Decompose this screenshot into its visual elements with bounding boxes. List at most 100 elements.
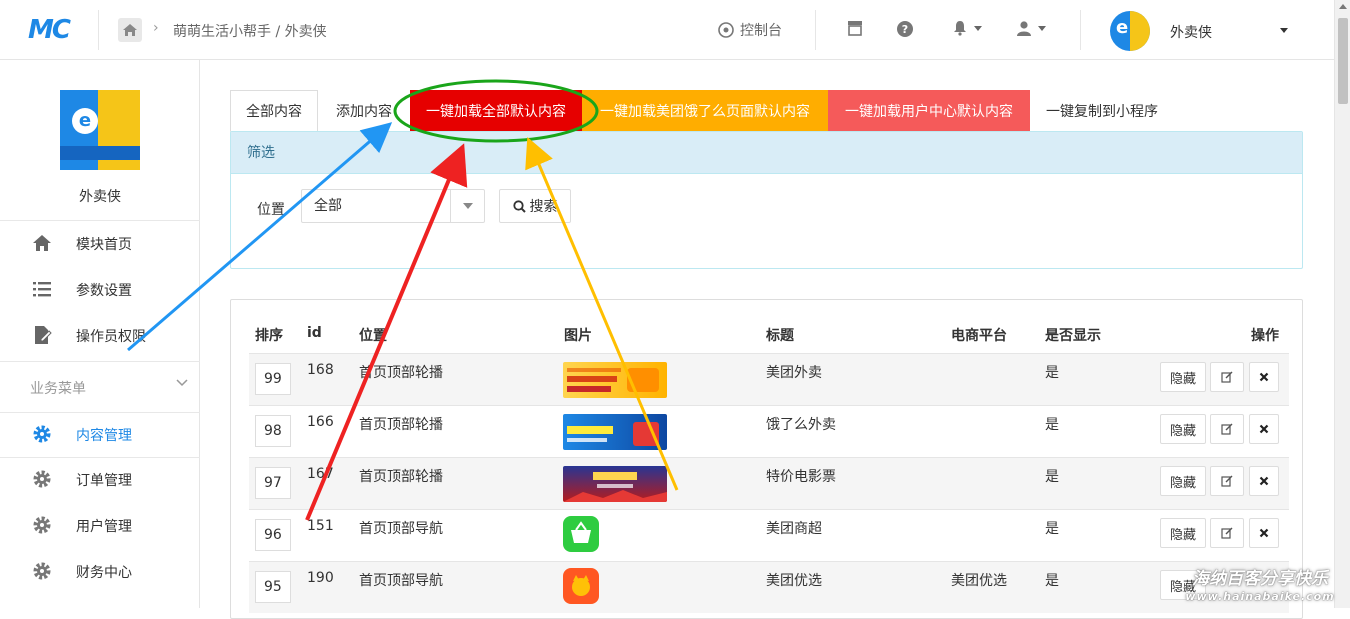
col-header-id[interactable]: id — [307, 325, 322, 341]
sidebar-divider — [0, 220, 200, 221]
load-all-defaults-button[interactable]: 一键加载全部默认内容 — [410, 90, 582, 132]
notifications-menu[interactable] — [952, 20, 982, 36]
gear-icon — [33, 470, 51, 488]
sort-input[interactable]: 95 — [255, 571, 291, 603]
load-user-center-defaults-button[interactable]: 一键加载用户中心默认内容 — [828, 90, 1030, 132]
close-icon — [1259, 372, 1269, 382]
header-divider — [1080, 10, 1081, 50]
row-title: 饿了么外卖 — [766, 417, 836, 433]
sidebar-divider — [0, 361, 200, 362]
hide-button[interactable]: 隐藏 — [1160, 362, 1206, 392]
table-row: 97 167 首页顶部轮播 特价电影票 是 隐藏 — [249, 457, 1289, 509]
sort-input[interactable]: 98 — [255, 415, 291, 447]
col-header-position: 位置 — [359, 328, 387, 344]
tab-add-content[interactable]: 添加内容 — [322, 90, 406, 132]
app-logo[interactable]: MC — [28, 14, 78, 46]
row-title: 美团优选 — [766, 573, 822, 589]
edit-button[interactable] — [1210, 466, 1244, 496]
console-link[interactable]: 控制台 — [718, 20, 782, 40]
avatar[interactable]: e — [1110, 11, 1150, 51]
col-header-sort[interactable]: 排序 — [255, 325, 283, 345]
position-label: 位置 — [257, 202, 285, 218]
position-select[interactable]: 全部 — [301, 189, 485, 223]
hide-button[interactable]: 隐藏 — [1160, 414, 1206, 444]
row-title: 美团商超 — [766, 521, 822, 537]
sidebar-divider — [0, 457, 200, 458]
delete-button[interactable] — [1249, 414, 1279, 444]
sort-input[interactable]: 97 — [255, 467, 291, 499]
table-row: 96 151 首页顶部导航 美团商超 是 隐藏 — [249, 509, 1289, 561]
sidebar-item-permissions[interactable]: 操作员权限 — [0, 315, 200, 355]
chevron-down-icon — [450, 190, 484, 222]
hide-button[interactable]: 隐藏 — [1160, 518, 1206, 548]
row-position: 首页顶部轮播 — [359, 365, 443, 381]
home-icon[interactable] — [118, 18, 142, 42]
user-menu[interactable] — [1016, 20, 1046, 36]
list-icon — [33, 282, 51, 297]
sidebar-item-settings[interactable]: 参数设置 — [0, 269, 200, 309]
copy-to-miniprogram-button[interactable]: 一键复制到小程序 — [1030, 90, 1174, 132]
watermark: 海纳百客分享快乐 www.hainabaike.com — [1185, 569, 1335, 603]
close-icon — [1259, 528, 1269, 538]
table-row: 95 190 首页顶部导航 美团优选 美团优选 是 隐藏 — [249, 561, 1289, 613]
delete-button[interactable] — [1249, 362, 1279, 392]
breadcrumb: 萌萌生活小帮手 / 外卖侠 — [173, 24, 327, 40]
page-scrollbar[interactable] — [1334, 0, 1350, 608]
hide-button[interactable]: 隐藏 — [1160, 466, 1206, 496]
content-table: 排序 id 位置 图片 标题 电商平台 是否显示 操作 99 168 首页顶部轮… — [230, 299, 1303, 619]
edit-button[interactable] — [1210, 518, 1244, 548]
breadcrumb-chevron-icon: › — [153, 20, 159, 36]
sidebar-item-orders[interactable]: 订单管理 — [0, 459, 200, 499]
row-image — [563, 466, 667, 502]
row-id: 151 — [307, 518, 334, 534]
close-icon — [1259, 424, 1269, 434]
scrollbar-thumb[interactable] — [1338, 18, 1348, 104]
row-id: 168 — [307, 362, 334, 378]
chevron-down-icon[interactable] — [176, 378, 188, 388]
row-title: 美团外卖 — [766, 365, 822, 381]
gear-icon — [33, 562, 51, 580]
store-icon[interactable] — [846, 20, 864, 36]
close-icon — [1259, 476, 1269, 486]
dashboard-icon — [718, 22, 734, 38]
filter-title: 筛选 — [231, 132, 1302, 174]
table-row: 98 166 首页顶部轮播 饿了么外卖 是 隐藏 — [249, 405, 1289, 457]
sidebar-item-home[interactable]: 模块首页 — [0, 223, 200, 263]
edit-icon — [1221, 371, 1233, 383]
help-icon[interactable]: ? — [896, 20, 914, 38]
row-visible: 是 — [1045, 521, 1059, 537]
user-name[interactable]: 外卖侠 — [1170, 22, 1212, 42]
sidebar-item-finance[interactable]: 财务中心 — [0, 551, 200, 591]
tab-all-content[interactable]: 全部内容 — [230, 90, 318, 132]
header-divider — [98, 10, 99, 50]
delete-button[interactable] — [1249, 518, 1279, 548]
bell-icon — [954, 21, 966, 36]
delete-button[interactable] — [1249, 466, 1279, 496]
sort-input[interactable]: 99 — [255, 363, 291, 395]
scroll-up-icon[interactable] — [1339, 4, 1347, 9]
load-meituan-eleme-defaults-button[interactable]: 一键加载美团饿了么页面默认内容 — [582, 90, 828, 132]
home-icon — [33, 235, 51, 251]
edit-button[interactable] — [1210, 362, 1244, 392]
user-icon — [1017, 21, 1031, 36]
row-visible: 是 — [1045, 417, 1059, 433]
top-header: MC › 萌萌生活小帮手 / 外卖侠 控制台 ? e 外卖侠 — [0, 0, 1334, 60]
sidebar-item-content[interactable]: 内容管理 — [0, 414, 200, 454]
sort-input[interactable]: 96 — [255, 519, 291, 551]
col-header-visible: 是否显示 — [1045, 328, 1101, 344]
sidebar: e 外卖侠 模块首页 参数设置 操作员权限 业务菜单 内容管理 订单管理 用户管… — [0, 60, 200, 608]
edit-icon — [1221, 527, 1233, 539]
sidebar-group-title[interactable]: 业务菜单 — [30, 378, 86, 398]
col-header-image: 图片 — [564, 328, 592, 344]
row-position: 首页顶部轮播 — [359, 469, 443, 485]
sidebar-item-users[interactable]: 用户管理 — [0, 505, 200, 545]
edit-button[interactable] — [1210, 414, 1244, 444]
edit-icon — [1221, 475, 1233, 487]
chevron-down-icon — [974, 25, 982, 31]
edit-icon — [1221, 423, 1233, 435]
gear-icon — [33, 516, 51, 534]
shop-name: 外卖侠 — [79, 189, 121, 205]
row-image — [563, 362, 667, 398]
search-button[interactable]: 搜索 — [499, 189, 571, 223]
chevron-down-icon[interactable] — [1280, 28, 1288, 33]
